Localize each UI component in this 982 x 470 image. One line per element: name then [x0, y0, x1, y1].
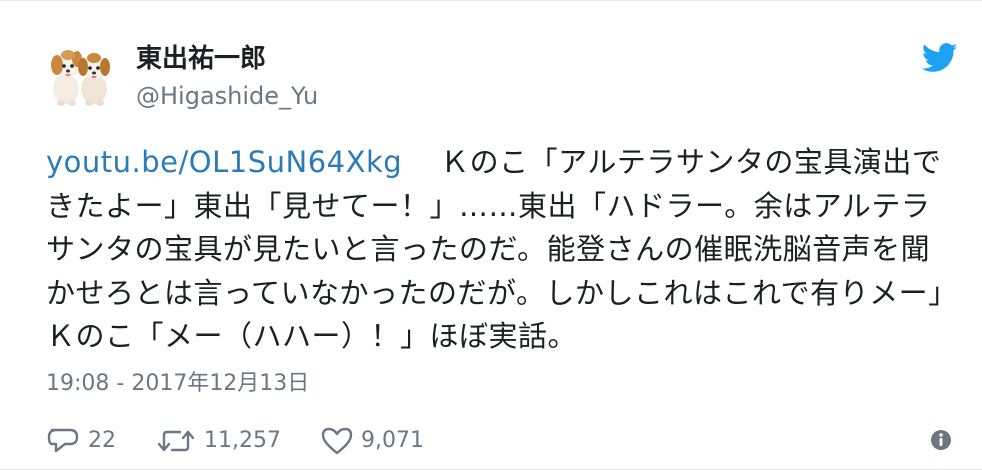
heart-icon: [321, 427, 353, 455]
reply-button[interactable]: 22: [46, 426, 116, 456]
tweet-card: 東出祐一郎 @Higashide_Yu youtu.be/OL1SuN64Xkg…: [0, 0, 982, 470]
display-name[interactable]: 東出祐一郎: [136, 43, 266, 75]
timestamp[interactable]: 19:08 - 2017年12月13日: [46, 369, 309, 399]
reply-icon: [47, 428, 79, 453]
retweet-button[interactable]: 11,257: [156, 426, 281, 456]
username[interactable]: @Higashide_Yu: [136, 81, 318, 111]
like-button[interactable]: 9,071: [321, 426, 424, 456]
info-icon[interactable]: [930, 429, 952, 451]
tweet-text: youtu.be/OL1SuN64Xkg Ｋのこ「アルテラサンタの宝具演出できたよ…: [46, 141, 951, 359]
puppies-avatar-icon: [51, 50, 110, 106]
retweet-count: 11,257: [204, 428, 281, 453]
avatar[interactable]: [46, 41, 116, 107]
twitter-bird-icon[interactable]: [921, 43, 958, 73]
action-bar: 22 11,257 9,071: [46, 421, 464, 461]
retweet-icon: [157, 430, 195, 452]
tweet-link[interactable]: youtu.be/OL1SuN64Xkg: [46, 145, 402, 179]
reply-count: 22: [88, 428, 116, 453]
like-count: 9,071: [360, 428, 424, 453]
